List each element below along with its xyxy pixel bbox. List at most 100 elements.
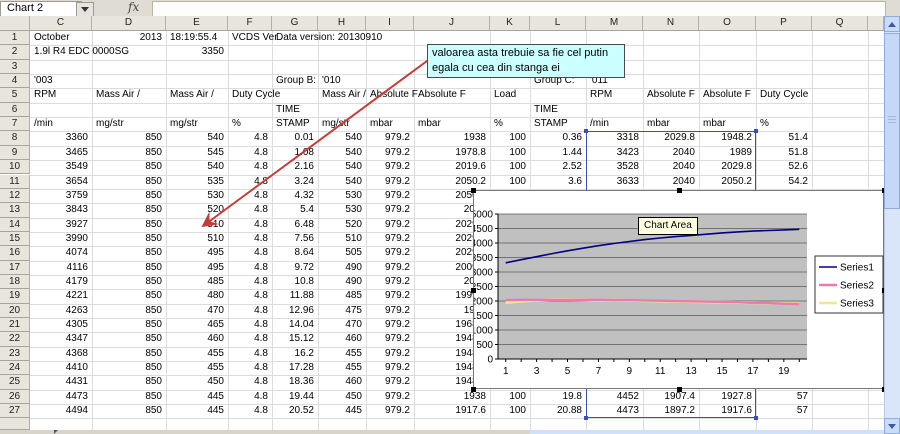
cell-H4[interactable]: '010: [319, 74, 341, 88]
cell-F16[interactable]: 4.8: [229, 246, 271, 260]
chart-resize-handle[interactable]: [471, 188, 476, 193]
cell-H5[interactable]: Mass Air /: [319, 88, 366, 102]
cell-F14[interactable]: 4.8: [229, 218, 271, 232]
row-header-18[interactable]: 18: [0, 275, 30, 289]
cell-P8[interactable]: 51.4: [757, 131, 811, 145]
row-header-5[interactable]: 5: [0, 88, 30, 102]
cell-G20[interactable]: 12.96: [273, 304, 317, 318]
cell-K26[interactable]: 100: [491, 390, 529, 404]
cell-C14[interactable]: 3927: [31, 218, 91, 232]
cell-H14[interactable]: 520: [319, 218, 365, 232]
column-header-F[interactable]: F: [228, 16, 272, 31]
cell-I8[interactable]: 979.2: [367, 131, 413, 145]
sheet-tab-scroll-icon[interactable]: [54, 430, 58, 434]
row-header-16[interactable]: 16: [0, 246, 30, 260]
cell-G19[interactable]: 11.88: [273, 289, 317, 303]
cell-G15[interactable]: 7.56: [273, 232, 317, 246]
cell-D14[interactable]: 850: [93, 218, 165, 232]
row-header-6[interactable]: 6: [0, 103, 30, 117]
cell-O5[interactable]: Absolute F: [700, 88, 751, 102]
cell-H7[interactable]: mg/str: [319, 117, 350, 131]
row-header-14[interactable]: 14: [0, 218, 30, 232]
cell-C24[interactable]: 4410: [31, 361, 91, 375]
cell-I25[interactable]: 979.2: [367, 375, 413, 389]
cell-C20[interactable]: 4263: [31, 304, 91, 318]
cell-C18[interactable]: 4179: [31, 275, 91, 289]
cell-I14[interactable]: 979.2: [367, 218, 413, 232]
cell-L11[interactable]: 3.6: [531, 175, 585, 189]
range-corner-handle[interactable]: [754, 129, 758, 133]
cell-K9[interactable]: 100: [491, 146, 529, 160]
cell-C27[interactable]: 4494: [31, 404, 91, 418]
cell-F21[interactable]: 4.8: [229, 318, 271, 332]
horizontal-scrollbar[interactable]: [530, 430, 884, 434]
cell-J5[interactable]: Absolute F: [415, 88, 466, 102]
cell-H8[interactable]: 540: [319, 131, 365, 145]
column-header-Q[interactable]: Q: [812, 16, 868, 31]
row-header-9[interactable]: 9: [0, 146, 30, 160]
cell-D15[interactable]: 850: [93, 232, 165, 246]
cell-E5[interactable]: Mass Air /: [167, 88, 214, 102]
cell-H21[interactable]: 470: [319, 318, 365, 332]
row-header-2[interactable]: 2: [0, 45, 30, 59]
cell-J10[interactable]: 2019.6: [415, 160, 489, 174]
cell-G17[interactable]: 9.72: [273, 261, 317, 275]
cell-F8[interactable]: 4.8: [229, 131, 271, 145]
cell-C19[interactable]: 4221: [31, 289, 91, 303]
cell-H26[interactable]: 450: [319, 390, 365, 404]
cell-F17[interactable]: 4.8: [229, 261, 271, 275]
cell-H18[interactable]: 490: [319, 275, 365, 289]
cell-P5[interactable]: Duty Cycle: [757, 88, 808, 102]
column-header-O[interactable]: O: [699, 16, 756, 31]
cell-F25[interactable]: 4.8: [229, 375, 271, 389]
cell-H15[interactable]: 510: [319, 232, 365, 246]
embedded-chart[interactable]: 0500100015002000250030003500400045005000…: [473, 190, 884, 389]
cell-D23[interactable]: 850: [93, 347, 165, 361]
cell-G23[interactable]: 16.2: [273, 347, 317, 361]
cell-H11[interactable]: 540: [319, 175, 365, 189]
cell-F24[interactable]: 4.8: [229, 361, 271, 375]
cell-H10[interactable]: 540: [319, 160, 365, 174]
cell-L8[interactable]: 0.36: [531, 131, 585, 145]
cell-I9[interactable]: 979.2: [367, 146, 413, 160]
column-header-I[interactable]: I: [366, 16, 414, 31]
cell-E2[interactable]: 3350: [167, 45, 227, 59]
cell-I10[interactable]: 979.2: [367, 160, 413, 174]
column-header-J[interactable]: J: [414, 16, 490, 31]
chart-resize-handle[interactable]: [471, 387, 476, 392]
cell-G27[interactable]: 20.52: [273, 404, 317, 418]
cell-D11[interactable]: 850: [93, 175, 165, 189]
cell-F15[interactable]: 4.8: [229, 232, 271, 246]
row-header-23[interactable]: 23: [0, 347, 30, 361]
row-header-7[interactable]: 7: [0, 117, 30, 131]
cell-P7[interactable]: %: [757, 117, 769, 131]
cell-F22[interactable]: 4.8: [229, 332, 271, 346]
cell-H19[interactable]: 485: [319, 289, 365, 303]
column-header-N[interactable]: N: [643, 16, 699, 31]
comment-callout[interactable]: valoarea asta trebuie sa fie cel putin e…: [427, 44, 625, 78]
row-header-21[interactable]: 21: [0, 318, 30, 332]
cell-L7[interactable]: STAMP: [531, 117, 568, 131]
cell-I22[interactable]: 979.2: [367, 332, 413, 346]
cell-H23[interactable]: 455: [319, 347, 365, 361]
cell-G13[interactable]: 5.4: [273, 203, 317, 217]
cell-J7[interactable]: mbar: [415, 117, 441, 131]
row-header-25[interactable]: 25: [0, 375, 30, 389]
cell-E26[interactable]: 445: [167, 390, 227, 404]
cell-E17[interactable]: 495: [167, 261, 227, 275]
cell-C4[interactable]: '003: [31, 74, 53, 88]
cell-P26[interactable]: 57: [757, 390, 811, 404]
cell-D8[interactable]: 850: [93, 131, 165, 145]
cell-F7[interactable]: %: [229, 117, 241, 131]
cell-H16[interactable]: 505: [319, 246, 365, 260]
row-header-partial[interactable]: [0, 418, 30, 430]
cell-F12[interactable]: 4.8: [229, 189, 271, 203]
cell-G11[interactable]: 3.24: [273, 175, 317, 189]
column-header-G[interactable]: G: [272, 16, 318, 31]
range-corner-handle[interactable]: [584, 129, 588, 133]
cell-I23[interactable]: 979.2: [367, 347, 413, 361]
cell-J8[interactable]: 1938: [415, 131, 489, 145]
row-header-13[interactable]: 13: [0, 203, 30, 217]
cell-G25[interactable]: 18.36: [273, 375, 317, 389]
cell-I26[interactable]: 979.2: [367, 390, 413, 404]
